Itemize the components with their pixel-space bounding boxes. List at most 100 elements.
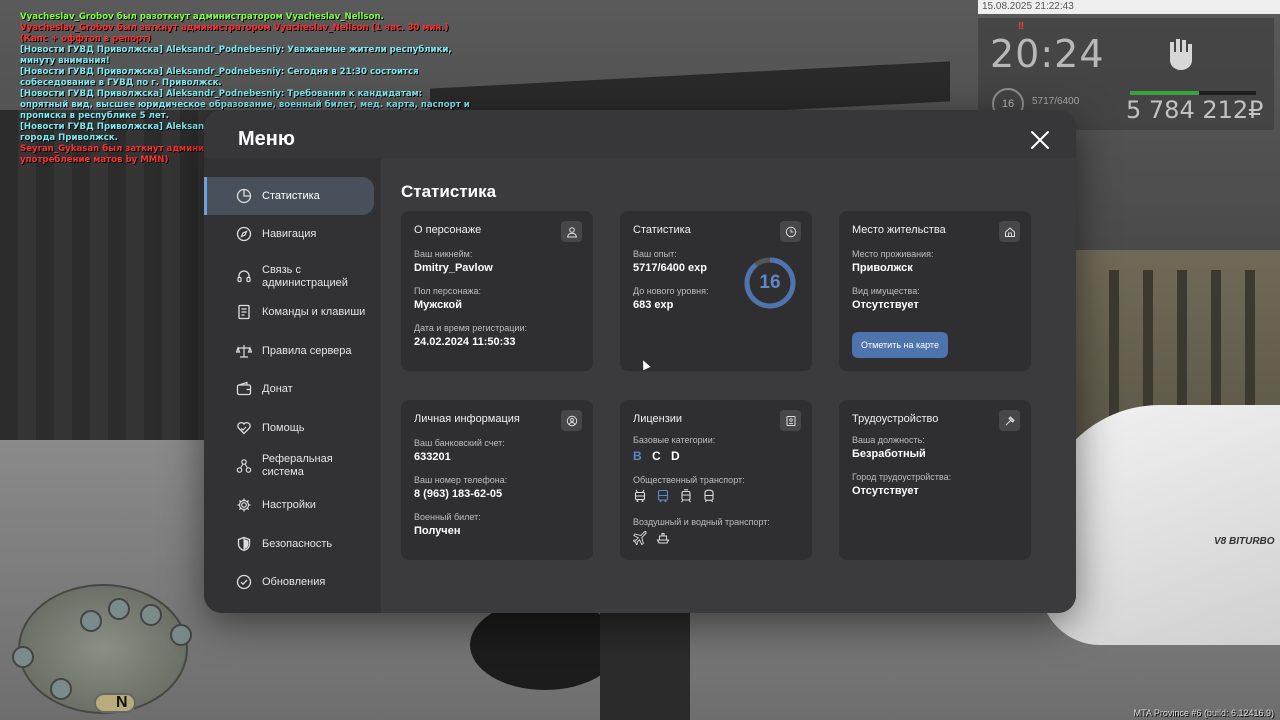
card-title: Личная информация <box>414 413 520 425</box>
gear-icon <box>237 498 251 512</box>
license-category-c: C <box>652 449 661 463</box>
sidebar-item-commands[interactable]: Команды и клавиши <box>204 293 374 331</box>
scales-icon <box>236 345 252 358</box>
player-character <box>600 600 690 720</box>
chat-line: [Новости ГУВД Приволжска] Aleksandr_Podn… <box>20 67 419 88</box>
sidebar-item-navigation[interactable]: Навигация <box>204 215 374 253</box>
hunger-bar-fill <box>1130 91 1200 95</box>
mark-on-map-button[interactable]: Отметить на карте <box>852 332 948 358</box>
card-title: Статистика <box>633 224 691 236</box>
sidebar-item-label: Настройки <box>262 498 316 511</box>
house-icon <box>80 610 102 632</box>
fist-icon <box>1170 39 1192 70</box>
north-marker: N <box>116 694 128 711</box>
hud-exp: 5717/6400 <box>1032 96 1080 107</box>
exp-label: Ваш опыт: <box>633 249 677 259</box>
bus-icon <box>657 489 669 503</box>
close-icon[interactable] <box>1028 128 1052 152</box>
card-employment: Трудоустройство Ваша должность: Безработ… <box>839 400 1031 560</box>
airplane-icon <box>633 531 647 545</box>
sidebar-item-label: Реферальная система <box>262 453 333 478</box>
menu-title: Меню <box>238 128 295 150</box>
card-residence: Место жительства Место проживания: Приво… <box>839 211 1031 371</box>
sidebar-item-referral[interactable]: Реферальная система <box>204 444 374 488</box>
menu-header: Меню <box>204 110 1076 158</box>
position-value: Безработный <box>852 448 926 460</box>
registration-label: Дата и время регистрации: <box>414 323 527 333</box>
house-icon <box>999 221 1020 242</box>
sidebar-item-help[interactable]: Помощь <box>204 409 374 447</box>
build-info: MTA Province #6 (build: 6.12416.9) <box>1133 708 1274 718</box>
menu-sidebar: Статистика Навигация Связь с администрац… <box>204 158 380 613</box>
user-circle-icon <box>561 410 582 431</box>
card-title: Лицензии <box>633 413 683 425</box>
sidebar-item-donate[interactable]: Донат <box>204 370 374 408</box>
sidebar-item-updates[interactable]: Обновления <box>204 563 374 601</box>
public-transport-icons <box>633 489 716 503</box>
exp-value: 5717/6400 exp <box>633 262 708 274</box>
target-icon <box>140 604 162 626</box>
police-icon <box>50 678 72 700</box>
sidebar-item-statistics[interactable]: Статистика <box>204 177 374 215</box>
id-card-icon <box>780 410 801 431</box>
air-water-transport-icons <box>633 531 670 545</box>
car-badge: V8 BITURBO <box>1214 536 1275 547</box>
residence-label: Место проживания: <box>852 249 934 259</box>
phone-value: 8 (963) 183-62-05 <box>414 488 503 500</box>
next-level-label: До нового уровня: <box>633 286 709 296</box>
content-title: Статистика <box>401 182 497 201</box>
property-label: Вид имущества: <box>852 286 920 296</box>
sidebar-item-label: Обновления <box>262 575 326 588</box>
wallet-icon <box>236 381 252 396</box>
nickname-label: Ваш никнейм: <box>414 249 473 259</box>
heart-hands-icon <box>237 421 251 435</box>
job-city-value: Отсутствует <box>852 485 919 497</box>
referral-icon <box>236 459 252 473</box>
hunger-bar <box>1130 91 1256 95</box>
clock-icon <box>780 221 801 242</box>
air-water-transport-label: Воздушный и водный транспорт: <box>633 517 770 527</box>
white-car <box>1040 405 1280 645</box>
warning-icon: ‼ <box>1018 21 1025 32</box>
card-persona: О персонаже Ваш никнейм: Dmitry_Pavlow П… <box>401 211 593 371</box>
tram-icon <box>681 489 691 503</box>
building-left <box>0 110 230 490</box>
license-category-b: B <box>633 449 642 463</box>
sidebar-item-settings[interactable]: Настройки <box>204 486 374 524</box>
sidebar-item-label: Связь с администрацией <box>262 264 348 289</box>
sidebar-item-rules[interactable]: Правила сервера <box>204 332 374 370</box>
license-category-d: D <box>671 449 680 463</box>
position-label: Ваша должность: <box>852 435 925 445</box>
next-level-value: 683 exp <box>633 299 674 311</box>
sidebar-item-label: Статистика <box>262 189 320 202</box>
sidebar-item-label: Безопасность <box>262 537 333 550</box>
card-title: О персонаже <box>414 224 482 236</box>
stats-content: Статистика О персонаже Ваш никнейм: Dmit… <box>381 158 1076 613</box>
document-icon <box>238 304 250 320</box>
metro-icon <box>704 489 714 503</box>
bank-account-value: 633201 <box>414 451 451 463</box>
nickname-value: Dmitry_Pavlow <box>414 262 493 274</box>
user-icon <box>561 221 582 242</box>
gender-value: Мужской <box>414 299 463 311</box>
chat-line: Vyacheslav_Grobov был разоткнут админист… <box>20 12 384 22</box>
license-categories: B C D <box>633 449 687 463</box>
compass-icon <box>236 226 252 242</box>
minimap-compass <box>94 693 136 713</box>
card-personal-info: Личная информация Ваш банковский счет: 6… <box>401 400 593 560</box>
trolleybus-icon <box>634 489 646 502</box>
sidebar-item-security[interactable]: Безопасность <box>204 525 374 563</box>
bus-icon <box>170 624 192 646</box>
shield-icon <box>237 536 251 552</box>
public-transport-label: Общественный транспорт: <box>633 475 745 485</box>
car-wheel <box>470 600 620 690</box>
hud-money: 5 784 212₽ <box>1126 96 1264 124</box>
card-title: Место жительства <box>852 224 946 236</box>
chat-line: Vyacheslav_Grobov был заткнут администра… <box>20 23 449 44</box>
sidebar-item-label: Помощь <box>262 421 305 434</box>
property-value: Отсутствует <box>852 299 919 311</box>
chat-line: [Новости ГУВД Приволжска] Aleksandr_Podn… <box>20 45 452 66</box>
job-city-label: Город трудоустройства: <box>852 472 952 482</box>
bank-icon <box>12 646 34 668</box>
hud-datetime: 15.08.2025 21:22:43 <box>978 0 1280 14</box>
